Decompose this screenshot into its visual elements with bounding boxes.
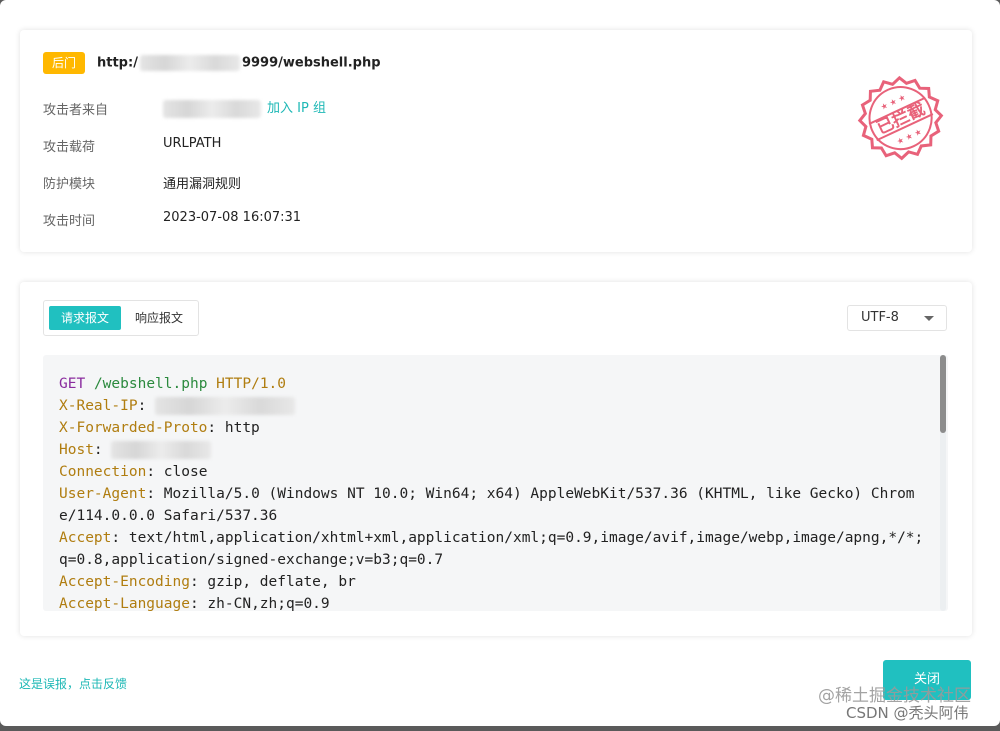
redacted-ip	[155, 397, 296, 415]
header-sep: :	[207, 420, 217, 436]
header-sep: :	[146, 486, 156, 502]
encoding-select[interactable]: UTF-8	[847, 305, 947, 331]
header-name: X-Forwarded-Proto	[59, 420, 208, 436]
tab-request[interactable]: 请求报文	[49, 306, 121, 330]
message-card: 请求报文 响应报文 UTF-8 GET /webshell.php HTTP/1…	[20, 282, 972, 636]
redacted-host	[111, 441, 212, 459]
header-sep: :	[189, 596, 199, 611]
header-sep: :	[146, 464, 156, 480]
header-name: User-Agent	[59, 486, 147, 502]
header-name: Host	[59, 442, 94, 458]
url-prefix: http:/	[97, 55, 138, 71]
header-value: close	[155, 464, 208, 480]
payload-label: 攻击载荷	[43, 140, 96, 155]
header-value: text/html,application/xhtml+xml,applicat…	[59, 530, 924, 568]
url-suffix: 9999/webshell.php	[241, 55, 381, 71]
attacker-source-label: 攻击者来自	[43, 103, 109, 118]
attack-detail-dialog: 后门 http:/ 9999/webshell.php 攻击者来自 加入 IP 组…	[0, 0, 1000, 726]
header-value: Mozilla/5.0 (Windows NT 10.0; Win64; x64…	[59, 486, 915, 524]
attack-time-value: 2023-07-08 16:07:31	[163, 210, 302, 225]
header-name: Accept-Encoding	[59, 574, 190, 590]
request-text: GET /webshell.php HTTP/1.0 X-Real-IP: X-…	[59, 373, 929, 611]
attack-time-label: 攻击时间	[43, 214, 96, 229]
attack-info-card: 后门 http:/ 9999/webshell.php 攻击者来自 加入 IP 组…	[20, 30, 972, 252]
header-sep: :	[189, 574, 199, 590]
header-sep: :	[93, 442, 103, 458]
request-code-viewer[interactable]: GET /webshell.php HTTP/1.0 X-Real-IP: X-…	[43, 355, 948, 611]
attacker-source-value: 加入 IP 组	[163, 97, 326, 118]
header-name: Connection	[59, 464, 147, 480]
attack-type-badge: 后门	[43, 52, 85, 74]
header-sep: :	[111, 530, 121, 546]
scrollbar-thumb[interactable]	[940, 355, 946, 433]
header-name: X-Real-IP	[59, 398, 138, 414]
redacted-host	[139, 55, 240, 71]
request-path: /webshell.php	[93, 376, 208, 392]
attack-url: http:/ 9999/webshell.php	[97, 55, 381, 71]
header-value: http	[216, 420, 260, 436]
tab-response[interactable]: 响应报文	[124, 306, 194, 330]
watermark-csdn: CSDN @秃头阿伟	[846, 704, 969, 722]
add-ip-group-link[interactable]: 加入 IP 组	[267, 101, 326, 116]
encoding-value: UTF-8	[861, 310, 899, 325]
request-method: GET	[59, 376, 86, 392]
protection-module-label: 防护模块	[43, 177, 96, 192]
false-positive-feedback-link[interactable]: 这是误报，点击反馈	[19, 675, 127, 692]
message-tabs: 请求报文 响应报文	[43, 300, 199, 336]
request-protocol: HTTP/1.0	[216, 376, 287, 392]
header-name: Accept	[59, 530, 112, 546]
payload-value: URLPATH	[163, 136, 222, 151]
blocked-stamp-icon: 已拦截 ★ ★ ★ ★ ★ ★	[857, 75, 944, 161]
redacted-ip	[163, 99, 261, 118]
header-value: zh-CN,zh;q=0.9	[198, 596, 330, 611]
code-scrollbar[interactable]	[940, 355, 946, 611]
protection-module-value: 通用漏洞规则	[163, 177, 242, 192]
caret-down-icon	[924, 316, 934, 321]
header-name: Accept-Language	[59, 596, 190, 611]
header-sep: :	[137, 398, 147, 414]
header-value: gzip, deflate, br	[198, 574, 356, 590]
